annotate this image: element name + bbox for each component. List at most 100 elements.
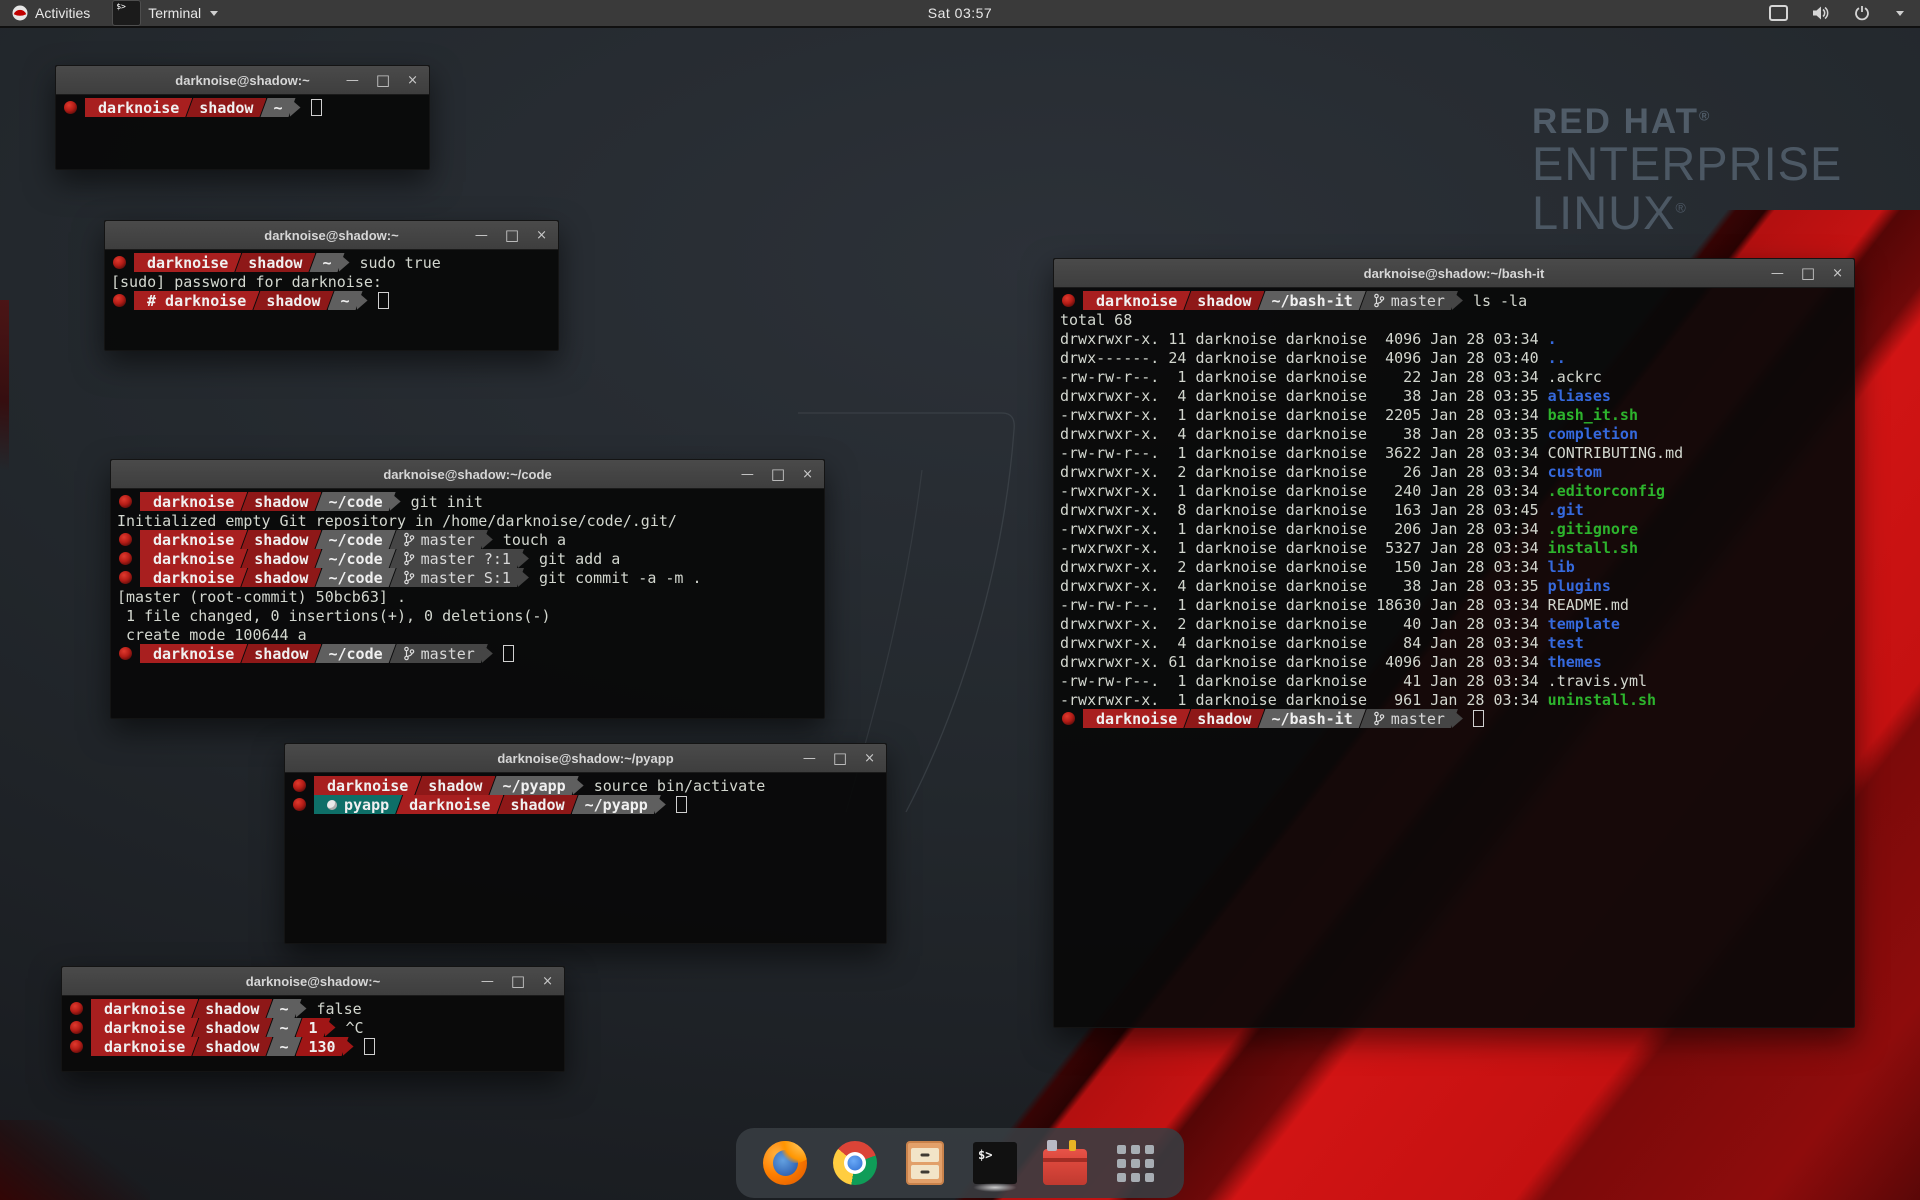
file-name-dir: aliases xyxy=(1548,387,1611,405)
command-text: source bin/activate xyxy=(594,777,766,795)
terminal-cursor xyxy=(676,796,687,813)
titlebar-buttons: — □ × xyxy=(346,66,418,94)
maximize-button[interactable]: □ xyxy=(1801,267,1815,280)
redhat-prompt-icon xyxy=(119,571,132,584)
minimize-button[interactable]: — xyxy=(346,74,359,87)
display-icon[interactable] xyxy=(1769,5,1788,21)
prompt-segment-git: master S:1 xyxy=(390,568,524,587)
file-name-exec: bash_it.sh xyxy=(1548,406,1638,424)
volume-icon[interactable] xyxy=(1812,5,1830,21)
prompt-arrow-icon xyxy=(343,1037,354,1056)
prompt-segment-path: ~/pyapp xyxy=(572,795,661,814)
prompt-segment-host: shadow xyxy=(241,492,321,511)
file-listing-row: -rwxrwxr-x. 1 darknoise darknoise 961 Ja… xyxy=(1060,690,1848,709)
power-icon[interactable] xyxy=(1854,5,1870,21)
drawer-bottom xyxy=(911,1165,939,1179)
dock-item-terminal[interactable]: $> xyxy=(972,1137,1018,1189)
terminal-cursor xyxy=(378,292,389,309)
prompt-arrow-icon xyxy=(339,253,350,272)
dock-item-app-grid[interactable] xyxy=(1112,1137,1158,1189)
prompt-segment-host: shadow xyxy=(186,98,266,117)
prompt-segment-host: shadow xyxy=(415,776,495,795)
file-listing-row: -rwxrwxr-x. 1 darknoise darknoise 240 Ja… xyxy=(1060,481,1848,500)
terminal-window-exitcodes: darknoise@shadow:~—□×darknoiseshadow~fal… xyxy=(61,966,565,1072)
file-name-dir: test xyxy=(1548,634,1584,652)
prompt-segment-path: ~ xyxy=(266,1037,301,1056)
prompt-line: darknoiseshadow~sudo true xyxy=(111,253,552,272)
command-text: git init xyxy=(411,493,483,511)
terminal-content[interactable]: darknoiseshadow~sudo true[sudo] password… xyxy=(105,250,558,353)
redhat-prompt-icon xyxy=(119,647,132,660)
titlebar[interactable]: darknoise@shadow:~/code—□× xyxy=(111,460,824,489)
dock: $> xyxy=(736,1128,1184,1198)
command-text: ls -la xyxy=(1473,292,1527,310)
close-button[interactable]: × xyxy=(802,468,813,481)
minimize-button[interactable]: — xyxy=(475,229,488,242)
file-listing-row: -rwxrwxr-x. 1 darknoise darknoise 206 Ja… xyxy=(1060,519,1848,538)
prompt-segment-host: shadow xyxy=(241,568,321,587)
close-button[interactable]: × xyxy=(536,229,547,242)
dock-item-firefox[interactable] xyxy=(762,1137,808,1189)
minimize-button[interactable]: — xyxy=(803,752,816,765)
maximize-button[interactable]: □ xyxy=(505,229,519,242)
file-listing-row: -rw-rw-r--. 1 darknoise darknoise 41 Jan… xyxy=(1060,671,1848,690)
titlebar[interactable]: darknoise@shadow:~/pyapp—□× xyxy=(285,744,886,773)
terminal-content[interactable]: darknoiseshadow~/pyappsource bin/activat… xyxy=(285,773,886,946)
file-listing-row: -rw-rw-r--. 1 darknoise darknoise 3622 J… xyxy=(1060,443,1848,462)
titlebar[interactable]: darknoise@shadow:~/bash-it—□× xyxy=(1054,259,1854,288)
minimize-button[interactable]: — xyxy=(1771,267,1784,280)
prompt-line: darknoiseshadow~1^C xyxy=(68,1018,558,1037)
file-name-dir: .git xyxy=(1548,501,1584,519)
prompt-line: darknoiseshadow~false xyxy=(68,999,558,1018)
terminal-cursor xyxy=(1473,710,1484,727)
maximize-button[interactable]: □ xyxy=(771,468,785,481)
prompt-segment-path: ~/bash-it xyxy=(1258,291,1365,310)
prompt-segment-user: darknoise xyxy=(134,253,241,272)
terminal-content[interactable]: darknoiseshadow~/bash-itmasterls -latota… xyxy=(1054,288,1854,1030)
prompt-segment-user: # darknoise xyxy=(134,291,259,310)
close-button[interactable]: × xyxy=(1832,267,1843,280)
file-name-exec: .gitignore xyxy=(1548,520,1638,538)
maximize-button[interactable]: □ xyxy=(833,752,847,765)
titlebar-buttons: — □ × xyxy=(803,744,875,772)
prompt-segment-git: master ?:1 xyxy=(390,549,524,568)
prompt-segment-path: ~ xyxy=(266,1018,301,1037)
minimize-button[interactable]: — xyxy=(741,468,754,481)
titlebar[interactable]: darknoise@shadow:~—□× xyxy=(105,221,558,250)
redhat-prompt-icon xyxy=(119,495,132,508)
redhat-prompt-icon xyxy=(113,294,126,307)
file-listing-row: drwxrwxr-x. 8 darknoise darknoise 163 Ja… xyxy=(1060,500,1848,519)
dock-item-chrome[interactable] xyxy=(832,1137,878,1189)
close-button[interactable]: × xyxy=(542,975,553,988)
terminal-content[interactable]: darknoiseshadow~falsedarknoiseshadow~1^C… xyxy=(62,996,564,1074)
terminal-content[interactable]: darknoiseshadow~/codegit initInitialized… xyxy=(111,489,824,721)
command-text: git commit -a -m . xyxy=(539,569,702,587)
file-listing-row: drwxrwxr-x. 4 darknoise darknoise 38 Jan… xyxy=(1060,424,1848,443)
redhat-prompt-icon xyxy=(70,1040,83,1053)
close-button[interactable]: × xyxy=(407,74,418,87)
minimize-button[interactable]: — xyxy=(481,975,494,988)
file-name-dir: template xyxy=(1548,615,1620,633)
maximize-button[interactable]: □ xyxy=(511,975,525,988)
dock-item-files[interactable] xyxy=(902,1137,948,1189)
titlebar-buttons: — □ × xyxy=(475,221,547,249)
prompt-line: darknoiseshadow~/codemaster ?:1git add a xyxy=(117,549,818,568)
system-menu-chevron-icon[interactable] xyxy=(1894,11,1904,16)
command-text: false xyxy=(317,1000,362,1018)
close-button[interactable]: × xyxy=(864,752,875,765)
prompt-line: darknoiseshadow~/bash-itmasterls -la xyxy=(1060,291,1848,310)
prompt-segment-user: darknoise xyxy=(140,492,247,511)
clock[interactable]: Sat 03:57 xyxy=(928,5,992,21)
redhat-prompt-icon xyxy=(293,798,306,811)
wallpaper-bottomleft-red-glow xyxy=(0,1120,150,1200)
titlebar[interactable]: darknoise@shadow:~—□× xyxy=(62,967,564,996)
titlebar[interactable]: darknoise@shadow:~—□× xyxy=(56,66,429,95)
file-name-file: .travis.yml xyxy=(1548,672,1647,690)
activities-button[interactable]: Activities xyxy=(0,0,102,26)
app-menu-terminal[interactable]: $> Terminal xyxy=(102,0,228,26)
maximize-button[interactable]: □ xyxy=(376,74,390,87)
terminal-content[interactable]: darknoiseshadow~ xyxy=(56,95,429,172)
dock-item-toolbox[interactable] xyxy=(1042,1137,1088,1189)
prompt-segment-user: darknoise xyxy=(1083,291,1190,310)
redhat-prompt-icon xyxy=(119,552,132,565)
